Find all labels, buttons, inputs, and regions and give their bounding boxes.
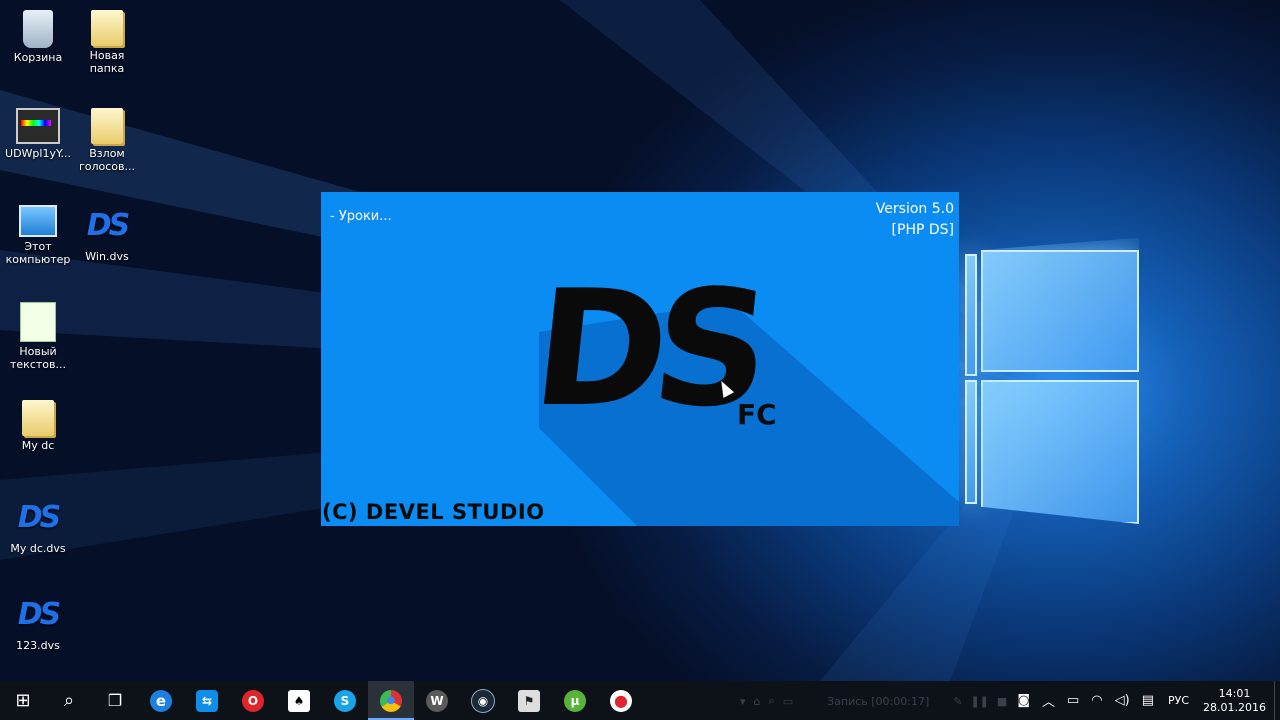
steam-icon: ◉ xyxy=(471,688,495,713)
ds-file-icon: DS xyxy=(86,208,131,243)
wifi-icon[interactable]: ◠ xyxy=(1085,693,1108,708)
desktop-icon-win-dvs[interactable]: DS Win.dvs xyxy=(71,205,143,263)
version-label: Version 5.0 xyxy=(875,201,954,217)
recorder-window-icon[interactable]: ▭ xyxy=(783,695,793,708)
version-info: Version 5.0 [PHP DS] xyxy=(876,199,954,241)
desktop-icon-label: My dc.dvs xyxy=(10,542,66,555)
opera-icon: O xyxy=(242,689,264,712)
recorder-zoom-icon[interactable]: ⌕ xyxy=(769,694,775,708)
recorder-status: Запись [00:00:17] xyxy=(827,694,930,708)
record-icon: ● xyxy=(610,689,632,712)
task-view-icon: ❐ xyxy=(107,691,123,710)
desktop-icon-my-dc[interactable]: My dc xyxy=(2,400,74,452)
skype-icon: S xyxy=(334,689,356,712)
taskbar-app-utorrent[interactable]: µ xyxy=(552,681,598,720)
desktop-icon-my-dc-dvs[interactable]: DS My dc.dvs xyxy=(2,497,74,555)
taskbar-app-skype[interactable]: S xyxy=(322,681,368,720)
desktop-icon-video-file[interactable]: UDWpl1yY... xyxy=(2,108,74,160)
clock[interactable]: 14:01 28.01.2016 xyxy=(1197,687,1274,715)
search-icon: ⌕ xyxy=(63,690,75,711)
ds-file-icon: DS xyxy=(17,597,62,632)
desktop-icon-label: UDWpl1yY... xyxy=(5,147,71,160)
show-hidden-icons-icon[interactable]: ︿ xyxy=(1036,691,1061,710)
tank-icon: W xyxy=(426,689,448,712)
battery-icon[interactable]: ▭ xyxy=(1061,693,1085,708)
recorder-pause-icon[interactable]: ❚❚ xyxy=(970,695,988,708)
ds-file-icon: DS xyxy=(17,500,62,535)
taskbar-app-opera[interactable]: O xyxy=(230,681,276,720)
clock-time: 14:01 xyxy=(1218,686,1251,700)
video-file-icon xyxy=(16,108,60,144)
windows-start-icon: ⊞ xyxy=(15,690,31,711)
copyright-label: (C) DEVEL STUDIO xyxy=(322,500,545,524)
system-tray: ◙ ︿ ▭ ◠ ◁) ▤ РУС 14:01 28.01.2016 xyxy=(1011,681,1280,720)
folder-icon xyxy=(91,10,123,46)
edition-label: [PHP DS] xyxy=(891,222,954,238)
input-language[interactable]: РУС xyxy=(1160,694,1197,707)
ds-logo: DS xyxy=(525,255,765,442)
windows-logo-wallpaper xyxy=(965,232,1143,524)
devel-studio-splash[interactable]: - Уроки... Version 5.0 [PHP DS] DS FC (C… xyxy=(321,192,959,526)
desktop-icon-label: Новая папка xyxy=(89,49,125,75)
recorder-menu-icon[interactable]: ▾ xyxy=(740,695,746,708)
desktop-icon-label: Win.dvs xyxy=(85,250,129,263)
desktop-icon-label: Корзина xyxy=(13,51,63,64)
taskbar-app-counter-strike[interactable]: ⚑ xyxy=(506,681,552,720)
desktop-icon-text-file[interactable]: Новый текстов... xyxy=(2,302,74,371)
teamviewer-icon: ⇆ xyxy=(196,689,218,712)
desktop-icon-hack-folder[interactable]: Взлом голосов... xyxy=(71,108,143,173)
folder-icon xyxy=(91,108,123,144)
chrome-icon: ● xyxy=(380,689,402,712)
folder-icon xyxy=(22,400,54,436)
taskbar-app-edge[interactable]: e xyxy=(138,681,184,720)
notifications-icon[interactable]: ▤ xyxy=(1136,693,1160,708)
lessons-label: - Уроки... xyxy=(330,209,392,224)
desktop-icon-label: Новый текстов... xyxy=(10,345,66,371)
computer-icon xyxy=(19,205,57,237)
taskbar-app-bandicam[interactable]: ● xyxy=(598,681,644,720)
volume-icon[interactable]: ◁) xyxy=(1109,693,1136,708)
show-desktop-button[interactable] xyxy=(1274,681,1280,720)
recorder-home-icon[interactable]: ⌂ xyxy=(754,695,761,708)
start-button[interactable]: ⊞ xyxy=(0,681,46,720)
camera-icon[interactable]: ◙ xyxy=(1011,693,1036,708)
clock-date: 28.01.2016 xyxy=(1203,700,1266,714)
recorder-stop-icon[interactable]: ■ xyxy=(997,695,1007,708)
desktop-icon-123-dvs[interactable]: DS 123.dvs xyxy=(2,594,74,652)
search-button[interactable]: ⌕ xyxy=(46,681,92,720)
taskbar-app-teamviewer[interactable]: ⇆ xyxy=(184,681,230,720)
cards-icon: ♠ xyxy=(288,689,310,712)
task-view-button[interactable]: ❐ xyxy=(92,681,138,720)
recycle-bin-icon xyxy=(23,10,53,48)
ds-logo-sub: FC xyxy=(737,398,777,431)
desktop-icon-new-folder[interactable]: Новая папка xyxy=(71,10,143,75)
desktop-icon-label: My dc xyxy=(21,439,55,452)
taskbar-app-steam[interactable]: ◉ xyxy=(460,681,506,720)
edge-icon: e xyxy=(150,689,172,712)
counter-strike-icon: ⚑ xyxy=(518,689,540,712)
taskbar-app-world-of-tanks[interactable]: W xyxy=(414,681,460,720)
utorrent-icon: µ xyxy=(564,689,586,712)
desktop-icon-label: 123.dvs xyxy=(16,639,60,652)
recorder-pen-icon[interactable]: ✎ xyxy=(953,695,962,708)
desktop-icon-this-pc[interactable]: Этот компьютер xyxy=(2,205,74,266)
taskbar-app-chrome[interactable]: ● xyxy=(368,681,414,720)
desktop-icon-recycle-bin[interactable]: Корзина xyxy=(2,10,74,64)
text-file-icon xyxy=(20,302,56,342)
taskbar-app-solitaire[interactable]: ♠ xyxy=(276,681,322,720)
desktop-icon-label: Этот компьютер xyxy=(5,240,71,266)
desktop-icon-label: Взлом голосов... xyxy=(78,147,136,173)
